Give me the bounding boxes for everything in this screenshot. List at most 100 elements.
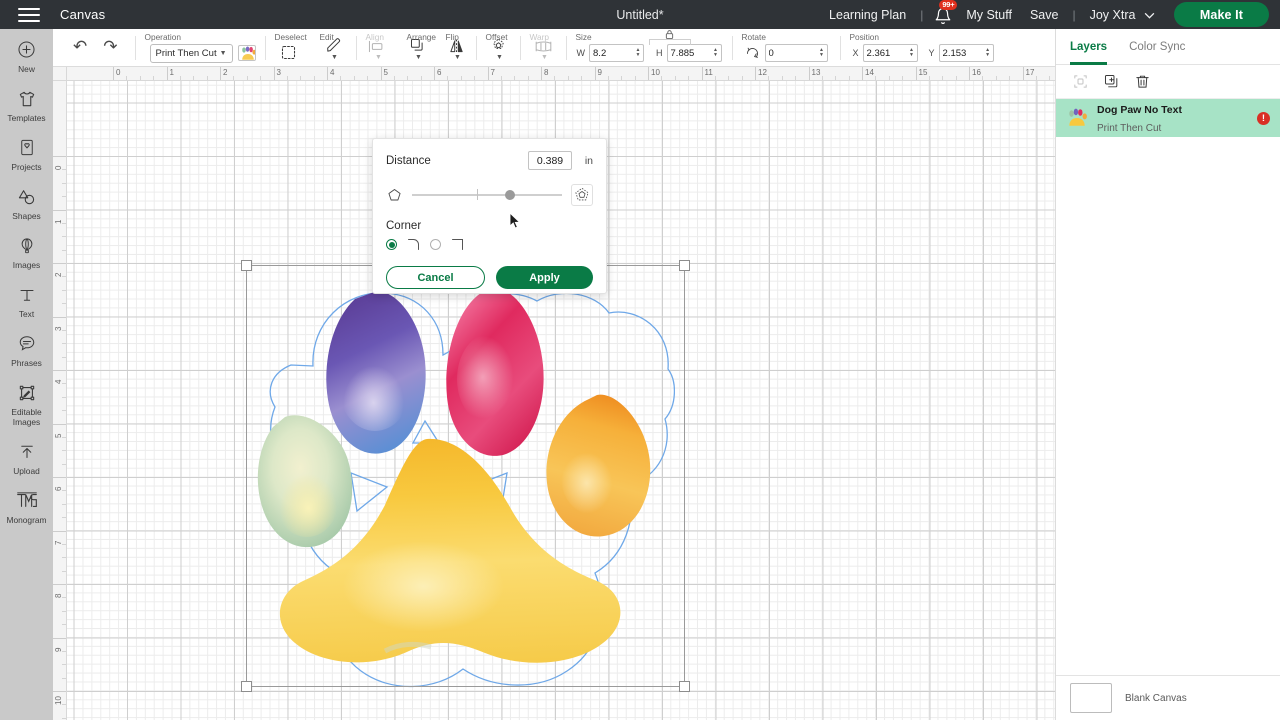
sidebar-item-editable-images[interactable]: Editable Images xyxy=(0,381,53,427)
sidebar-item-new[interactable]: New xyxy=(0,38,53,74)
redo-arrow-icon[interactable]: ↷ xyxy=(95,37,125,57)
sidebar-item-images[interactable]: Images xyxy=(0,234,53,270)
layer-operation: Print Then Cut xyxy=(1097,123,1162,134)
separator-1: | xyxy=(920,7,924,22)
selection-handle-top-left[interactable] xyxy=(241,260,252,271)
large-dashed-pentagon-icon[interactable] xyxy=(571,184,593,206)
ruler-number: 12 xyxy=(758,68,767,77)
chevron-down-icon: ▼ xyxy=(496,54,503,61)
height-input[interactable] xyxy=(666,44,711,62)
corner-label: Corner xyxy=(386,220,422,232)
chevron-down-icon: ▼ xyxy=(541,54,548,61)
slice-icon[interactable] xyxy=(1072,73,1089,90)
selection-handle-top-right[interactable] xyxy=(679,260,690,271)
apply-button[interactable]: Apply xyxy=(496,266,593,289)
ruler-number: 14 xyxy=(865,68,874,77)
rounded-corner-icon[interactable] xyxy=(406,237,421,252)
offset-label: Offset xyxy=(485,32,508,42)
chevron-down-icon: ▼ xyxy=(219,49,227,57)
distance-slider-knob[interactable] xyxy=(505,190,515,201)
corner-radio-rounded[interactable] xyxy=(386,239,397,250)
aspect-lock-button[interactable] xyxy=(648,29,691,45)
top-bar: Canvas Untitled* Learning Plan | 99+ My … xyxy=(0,0,1280,29)
sidebar-item-upload[interactable]: Upload xyxy=(0,440,53,476)
tab-color-sync[interactable]: Color Sync xyxy=(1129,29,1185,65)
distance-unit: in xyxy=(584,154,593,167)
delete-trash-icon[interactable] xyxy=(1134,73,1151,90)
rotate-field-group: ▲▼ xyxy=(745,44,828,62)
vertical-ruler[interactable]: 01234567891011 xyxy=(53,81,67,720)
operation-dropdown[interactable]: Print Then Cut ▼ xyxy=(149,43,233,63)
rotate-input[interactable] xyxy=(764,44,817,62)
corner-radio-square[interactable] xyxy=(430,239,441,250)
ruler-tick xyxy=(53,423,66,425)
undo-arrow-icon[interactable]: ↶ xyxy=(65,37,95,57)
canvas-stage: 0123456789101112131415161718 01234567891… xyxy=(53,67,1055,720)
offset-group: Offset ▼ xyxy=(477,28,520,66)
save-button[interactable]: Save xyxy=(1021,8,1068,22)
machine-selector[interactable]: Joy Xtra xyxy=(1081,8,1164,22)
sidebar-label-text: Text xyxy=(18,309,35,319)
rotate-stepper[interactable]: ▲ ▼ xyxy=(816,44,828,62)
y-stepper[interactable]: ▲ ▼ xyxy=(982,44,994,62)
width-input[interactable] xyxy=(589,44,634,62)
duplicate-icon[interactable] xyxy=(1103,73,1120,90)
chevron-down-icon xyxy=(1144,12,1155,19)
rotate-label: Rotate xyxy=(741,32,766,42)
learning-plan-link[interactable]: Learning Plan xyxy=(820,8,915,22)
square-corner-icon[interactable] xyxy=(450,237,465,252)
sidebar-label-templates: Templates xyxy=(7,113,46,123)
chevron-down-icon: ▼ xyxy=(454,54,461,61)
edit-group: Edit ▼ xyxy=(311,28,356,66)
tab-layers[interactable]: Layers xyxy=(1070,29,1107,65)
distance-input[interactable] xyxy=(528,151,572,170)
cancel-button[interactable]: Cancel xyxy=(386,266,485,289)
deselect-group: Deselect xyxy=(266,28,311,66)
canvas-footer[interactable]: Blank Canvas xyxy=(1056,675,1280,720)
right-panel: Layers Color Sync Dog Paw No Text Print … xyxy=(1055,29,1280,720)
plus-circle-icon xyxy=(17,38,36,61)
panel-tabs: Layers Color Sync xyxy=(1056,29,1280,65)
ruler-corner xyxy=(53,67,67,81)
sidebar-label-phrases: Phrases xyxy=(11,358,42,368)
selection-handle-bottom-right[interactable] xyxy=(679,681,690,692)
distance-slider-track[interactable] xyxy=(412,189,562,201)
ruler-number: 9 xyxy=(597,68,602,77)
x-stepper[interactable]: ▲ ▼ xyxy=(906,44,918,62)
ruler-number: 1 xyxy=(169,68,174,77)
operation-label: Operation xyxy=(144,32,181,42)
sidebar-item-templates[interactable]: Templates xyxy=(0,87,53,123)
slider-mid-mark xyxy=(476,189,478,201)
sidebar-item-projects[interactable]: Projects xyxy=(0,136,53,172)
blank-canvas-thumb[interactable] xyxy=(1070,683,1112,713)
sidebar-item-shapes[interactable]: Shapes xyxy=(0,185,53,221)
ruler-tick xyxy=(53,530,66,532)
layer-warning-badge[interactable]: ! xyxy=(1257,111,1270,125)
make-it-button[interactable]: Make It xyxy=(1173,2,1269,27)
selection-handle-bottom-left[interactable] xyxy=(241,681,252,692)
operation-color-swatch[interactable] xyxy=(237,45,256,61)
notification-badge: 99+ xyxy=(939,0,958,10)
shapes-icon xyxy=(16,185,37,208)
selection-bounding-box xyxy=(241,260,690,692)
hamburger-menu-icon[interactable] xyxy=(18,7,40,22)
warp-group: Warp ▼ xyxy=(521,28,566,66)
horizontal-ruler[interactable]: 0123456789101112131415161718 xyxy=(53,67,1055,81)
canvas-label[interactable]: Canvas xyxy=(60,7,105,22)
chevron-down-icon: ▼ xyxy=(331,54,338,61)
rotate-group: Rotate ▲▼ xyxy=(733,28,840,66)
width-stepper[interactable]: ▲ ▼ xyxy=(633,44,645,62)
offset-popup: Distance in Corner xyxy=(372,138,607,294)
sidebar-item-text[interactable]: Text xyxy=(0,283,53,319)
y-input[interactable] xyxy=(938,44,983,62)
layer-row-dog-paw[interactable]: Dog Paw No Text Print Then Cut ! xyxy=(1056,99,1280,137)
notification-bell-icon[interactable]: 99+ xyxy=(934,0,958,25)
my-stuff-link[interactable]: My Stuff xyxy=(957,8,1021,22)
sidebar-item-phrases[interactable]: Phrases xyxy=(0,332,53,368)
small-pentagon-icon[interactable] xyxy=(386,187,403,204)
edit-label: Edit xyxy=(319,32,334,42)
sidebar-item-monogram[interactable]: Monogram xyxy=(0,489,53,525)
rotate-icon[interactable] xyxy=(745,46,760,61)
x-input[interactable] xyxy=(862,44,907,62)
height-stepper[interactable]: ▲ ▼ xyxy=(710,44,722,62)
